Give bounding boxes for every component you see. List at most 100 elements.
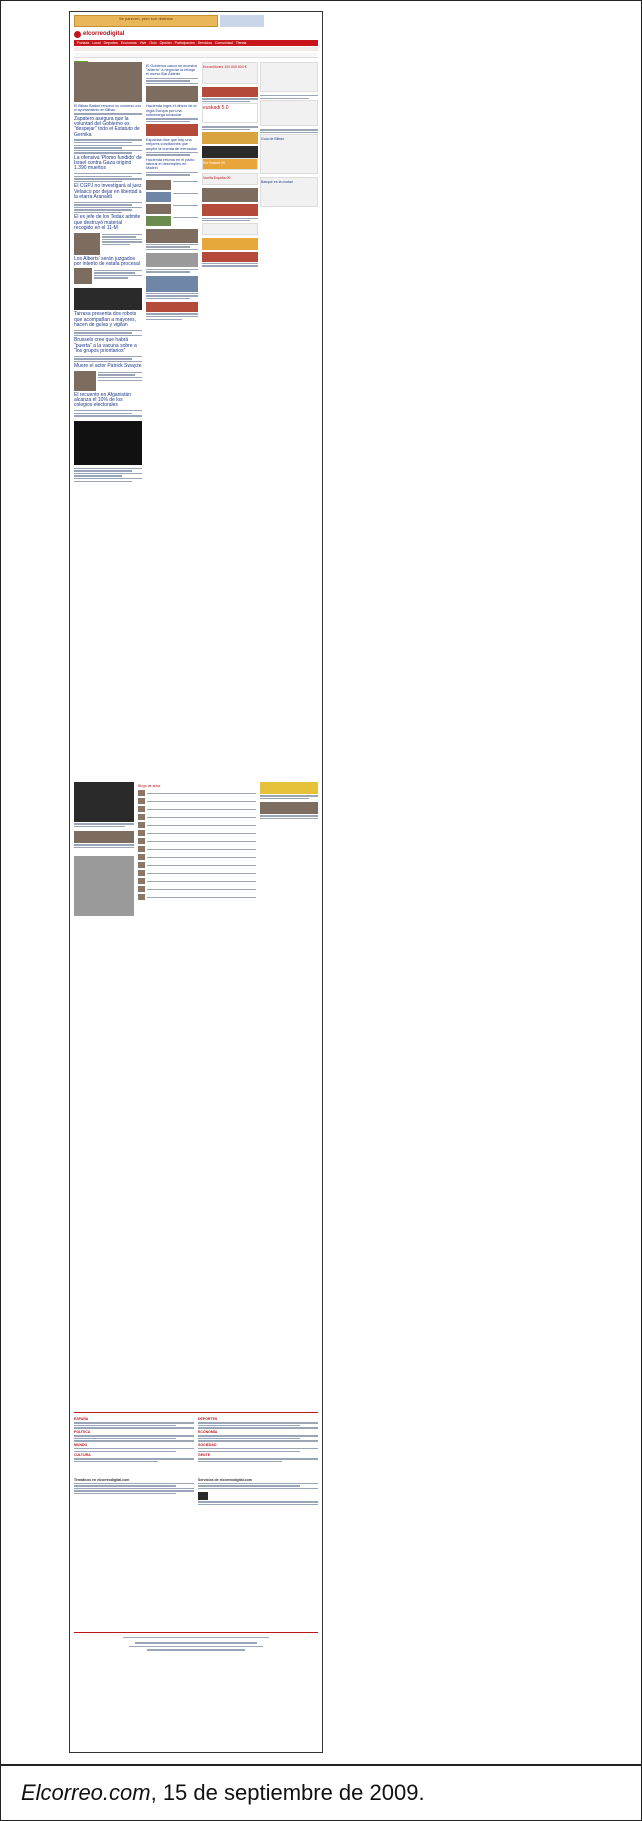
blog-item[interactable] — [138, 814, 256, 821]
footer-section-title[interactable]: DEPORTES — [198, 1417, 318, 1421]
text-line — [147, 808, 256, 811]
nav-item[interactable]: Vivir — [140, 40, 147, 46]
news-photo[interactable] — [146, 275, 198, 292]
headline-5[interactable]: El ex jefe de los Tedax admite que destr… — [74, 215, 142, 231]
nav-item[interactable]: Portada — [77, 40, 89, 46]
gallery-photo[interactable] — [74, 856, 134, 917]
headline-3[interactable]: La ofensiva 'Plomo fundido' de Israel co… — [74, 155, 142, 172]
nav-item[interactable]: Ocio — [149, 40, 156, 46]
euromillones-ad[interactable]: Euromillones 100.000.000 € — [202, 62, 258, 84]
footer-section-title[interactable]: GENTE — [198, 1453, 318, 1457]
promo-image[interactable] — [202, 146, 258, 159]
blog-item[interactable] — [138, 846, 256, 853]
headline-10[interactable]: El recuento en Afganistán alcanza el 10%… — [74, 392, 142, 409]
promo-image[interactable] — [202, 87, 258, 97]
text-line — [146, 297, 191, 300]
news-photo[interactable] — [146, 253, 198, 268]
headline-4[interactable]: El CGPJ no investigará al juez Velasco p… — [74, 183, 142, 200]
avatar — [138, 822, 145, 829]
nav-item[interactable]: Servicios — [198, 40, 212, 46]
vuelta-ad[interactable]: Vuelta España 09 — [202, 173, 258, 186]
site-logo[interactable]: elcorreodigital — [74, 30, 124, 38]
bbk-ad[interactable] — [202, 222, 258, 235]
promo-image[interactable] — [202, 132, 258, 145]
promo-image[interactable] — [202, 237, 258, 250]
news-photo[interactable] — [146, 302, 198, 313]
footer-section-title[interactable]: ECONOMÍA — [198, 1430, 318, 1434]
photo-thumb[interactable] — [146, 215, 171, 226]
news-ticker[interactable] — [74, 53, 318, 66]
photo-thumb[interactable] — [146, 191, 171, 202]
nav-item[interactable]: Deportes — [104, 40, 118, 46]
mid-headline-1[interactable]: El Gobierno vasco se muestra "abierto" a… — [146, 64, 198, 77]
news-photo[interactable] — [74, 288, 142, 311]
news-photo[interactable] — [74, 268, 92, 285]
news-photo[interactable] — [74, 370, 96, 391]
news-photo[interactable] — [146, 124, 198, 137]
footer-section-title[interactable]: CULTURA — [74, 1453, 194, 1457]
top-banner-secondary[interactable] — [220, 15, 264, 27]
top-banner-ad[interactable]: Se parecen, pero son distintos — [74, 15, 218, 27]
text-line — [260, 795, 318, 797]
headline-6[interactable]: Los Alberts' serán juzgados por intento … — [74, 256, 142, 268]
blog-item[interactable] — [138, 894, 256, 901]
eurobasket-ad[interactable]: Eur Basket 09 — [202, 158, 258, 171]
news-photo[interactable] — [74, 232, 100, 255]
news-photo[interactable] — [146, 86, 198, 103]
lead-photo[interactable] — [74, 62, 142, 102]
side-ad[interactable] — [260, 100, 318, 127]
text-line — [98, 379, 142, 381]
promo-image[interactable] — [202, 188, 258, 203]
blog-item[interactable] — [138, 886, 256, 893]
blog-item[interactable] — [138, 830, 256, 837]
promo-image[interactable] — [260, 802, 318, 815]
nav-item[interactable]: Local — [92, 40, 100, 46]
promo-image[interactable] — [202, 204, 258, 217]
nav-item[interactable]: Participación — [175, 40, 195, 46]
blog-item[interactable] — [138, 806, 256, 813]
mid-headline-3[interactable]: Espaldas dice que hay una mejores condic… — [146, 138, 198, 151]
avatar — [138, 838, 145, 845]
euskadi-ad[interactable]: euskadi 5.0 — [202, 103, 258, 124]
news-photo[interactable] — [146, 228, 198, 243]
headline-7[interactable]: Tarrasa presenta dos robots que acompaña… — [74, 312, 142, 328]
blog-item[interactable] — [138, 870, 256, 877]
blog-item[interactable] — [138, 838, 256, 845]
footer-section-title[interactable]: MUNDO — [74, 1443, 194, 1447]
blog-item[interactable] — [138, 862, 256, 869]
text-line — [98, 374, 136, 376]
gallery-photo[interactable] — [74, 782, 134, 822]
photo-thumb[interactable] — [146, 203, 171, 214]
headline-2[interactable]: Zapatero asegura que la voluntad del Gob… — [74, 116, 142, 139]
headline-8[interactable]: Brussels cree que habrá "puerta" a la va… — [74, 338, 142, 354]
side-ad[interactable] — [260, 62, 318, 92]
blog-item[interactable] — [138, 878, 256, 885]
photo-thumb[interactable] — [146, 179, 171, 190]
news-photo[interactable] — [74, 831, 134, 844]
mid-headline-4[interactable]: Hacienda retoma en el pacto laboral el d… — [146, 158, 198, 171]
blog-item[interactable] — [138, 790, 256, 797]
footer-section-title[interactable]: SOCIEDAD — [198, 1443, 318, 1447]
text-line — [102, 236, 136, 238]
headline-1[interactable]: El Bilbao Basket renuevó su convenio con… — [74, 104, 142, 112]
video-player[interactable] — [74, 420, 142, 465]
nav-item[interactable]: Economía — [121, 40, 137, 46]
text-line — [260, 97, 310, 99]
mid-headline-2[interactable]: Hacienda logra el dinero de la regla Eur… — [146, 104, 198, 117]
side-ad[interactable]: Guía de Bilbao — [260, 134, 318, 175]
promo-image[interactable] — [202, 251, 258, 262]
text-line — [260, 817, 318, 820]
blog-item[interactable] — [138, 822, 256, 829]
footer-section-title[interactable]: ESPAÑA — [74, 1417, 194, 1421]
text-line — [198, 1448, 318, 1450]
blog-item[interactable] — [138, 854, 256, 861]
blog-item[interactable] — [138, 798, 256, 805]
footer-section-title[interactable]: POLÍTICA — [74, 1430, 194, 1434]
side-ad[interactable]: Basque en la ciudad — [260, 177, 318, 208]
nav-item[interactable]: Opinión — [160, 40, 172, 46]
headline-9[interactable]: Muere el actor Patrick Swayze — [74, 363, 142, 369]
nav-item[interactable]: Tienda — [236, 40, 247, 46]
text-line — [102, 233, 142, 236]
nav-item[interactable]: Comunidad — [215, 40, 233, 46]
promo-image[interactable] — [260, 782, 318, 794]
